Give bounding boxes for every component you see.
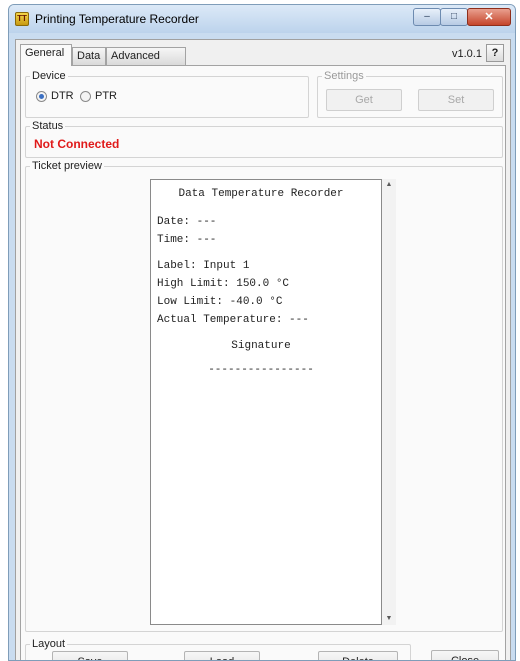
scroll-down-icon[interactable]: ▼: [382, 613, 396, 625]
ticket-title: Data Temperature Recorder: [178, 188, 344, 200]
load-button[interactable]: Load: [184, 651, 260, 660]
settings-group-label: Settings: [322, 70, 366, 82]
version-label: v1.0.1: [452, 48, 482, 60]
set-button[interactable]: Set: [418, 89, 494, 111]
device-group-label: Device: [30, 70, 68, 82]
tab-data[interactable]: Data: [72, 47, 106, 65]
ptr-radio-label[interactable]: PTR: [95, 90, 117, 102]
ticket-low-limit: Low Limit: -40.0 °C: [157, 296, 283, 308]
device-group: Device DTR PTR: [25, 70, 309, 118]
status-group-label: Status: [30, 120, 66, 132]
layout-group: Layout Save Load Delete: [25, 638, 411, 660]
ticket-high-limit: High Limit: 150.0 °C: [157, 278, 290, 290]
tab-advanced[interactable]: Advanced: [106, 47, 186, 65]
scroll-up-icon[interactable]: ▲: [382, 179, 396, 191]
tab-general[interactable]: General: [20, 44, 72, 66]
app-icon: ТТ: [15, 12, 29, 26]
close-window-button[interactable]: ✕: [467, 8, 511, 26]
ticket-time: Time: ---: [157, 234, 217, 246]
maximize-button[interactable]: □: [440, 8, 468, 26]
delete-button[interactable]: Delete: [318, 651, 398, 660]
ticket-preview[interactable]: Data Temperature Recorder Date: --- Time…: [150, 179, 382, 625]
dtr-radio[interactable]: [36, 91, 47, 102]
layout-group-label: Layout: [30, 638, 68, 650]
ptr-radio[interactable]: [80, 91, 91, 102]
settings-group: Settings Get Set: [317, 70, 503, 118]
window-title: Printing Temperature Recorder: [35, 12, 199, 26]
minimize-button[interactable]: –: [413, 8, 441, 26]
app-window: ТТ Printing Temperature Recorder – □ ✕ G…: [8, 4, 516, 661]
general-tab-page: Device DTR PTR Settings Get Set Status N…: [20, 65, 506, 660]
get-button[interactable]: Get: [326, 89, 402, 111]
ticket-date: Date: ---: [157, 216, 217, 228]
client-area: General Data Advanced v1.0.1 ? Device DT…: [15, 39, 511, 660]
ticket-actual-temperature: Actual Temperature: ---: [157, 314, 309, 326]
ticket-signature: Signature: [231, 340, 291, 352]
save-button[interactable]: Save: [52, 651, 128, 660]
status-value: Not Connected: [34, 137, 120, 151]
ticket-preview-label: Ticket preview: [30, 160, 104, 172]
close-button[interactable]: Close: [431, 650, 499, 660]
help-button[interactable]: ?: [486, 44, 504, 62]
ticket-preview-group: Ticket preview Data Temperature Recorder…: [25, 160, 503, 632]
ticket-label: Label: Input 1: [157, 260, 250, 272]
status-group: Status Not Connected: [25, 120, 503, 158]
title-bar[interactable]: ТТ Printing Temperature Recorder – □ ✕: [9, 5, 515, 33]
dtr-radio-label[interactable]: DTR: [51, 90, 74, 102]
preview-scrollbar[interactable]: ▲ ▼: [382, 179, 396, 625]
ticket-signature-line: ----------------: [208, 364, 314, 376]
